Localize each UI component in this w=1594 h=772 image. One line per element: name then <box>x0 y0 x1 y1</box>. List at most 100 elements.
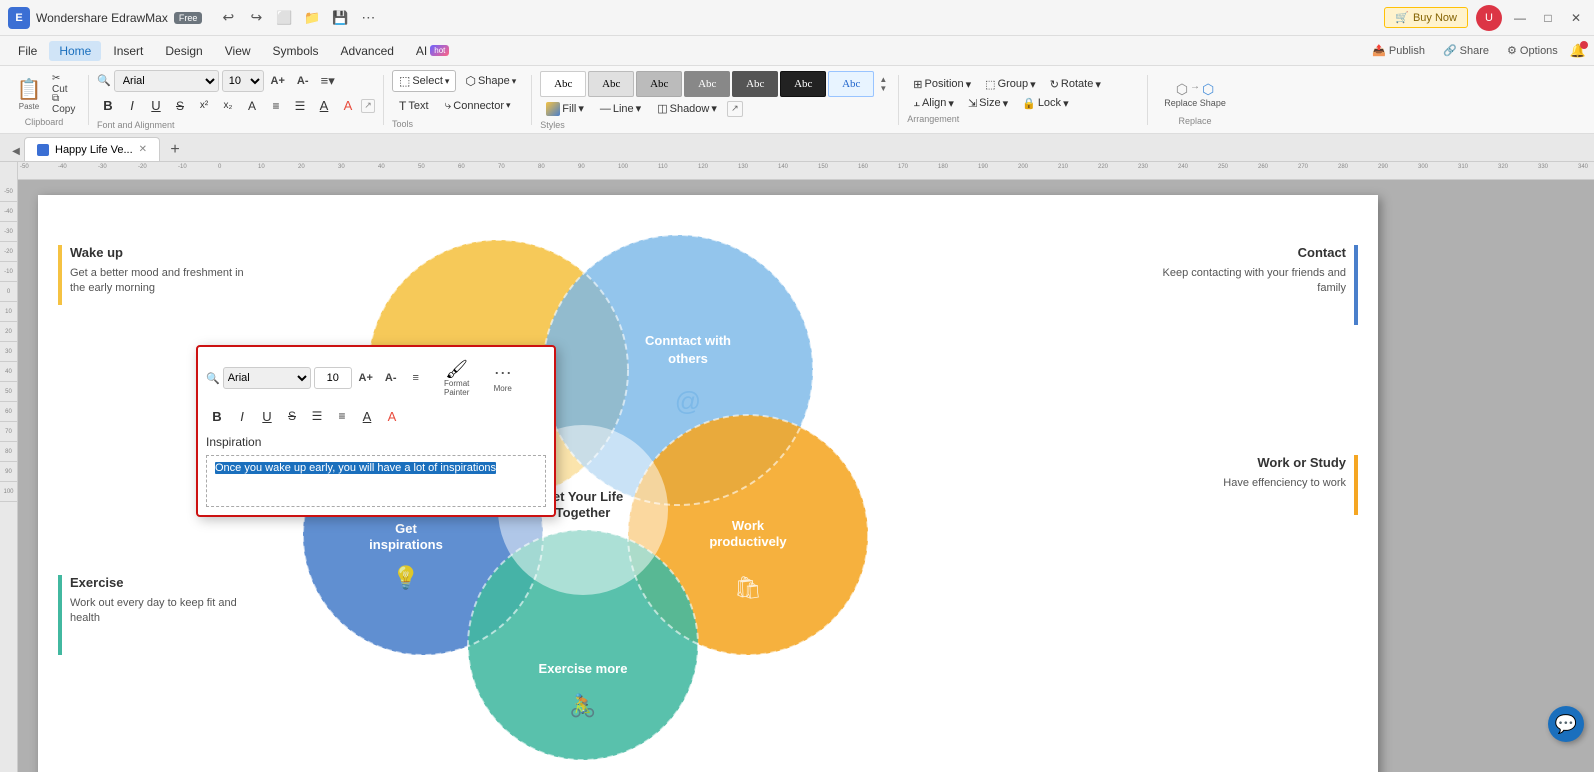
expand-styles[interactable]: ↗ <box>727 101 743 117</box>
active-tab[interactable]: Happy Life Ve... ✕ <box>24 137 160 161</box>
float-italic-button[interactable]: I <box>231 405 253 427</box>
menu-advanced[interactable]: Advanced <box>331 41 404 61</box>
shape-button[interactable]: ⬡ Shape ▾ <box>458 70 523 92</box>
underline2-button[interactable]: A <box>313 95 335 117</box>
redo-button[interactable]: ↪ <box>244 6 268 30</box>
bold-button[interactable]: B <box>97 95 119 117</box>
add-tab-button[interactable]: + <box>164 139 186 161</box>
underline-button[interactable]: U <box>145 95 167 117</box>
tools-section-label: Tools <box>392 119 413 129</box>
styles-scroll-down[interactable]: ▲▼ <box>876 70 890 98</box>
open-button[interactable]: 📁 <box>300 6 324 30</box>
float-increase-font[interactable]: A+ <box>355 367 377 389</box>
fill-button[interactable]: Fill▾ <box>540 100 590 118</box>
new-button[interactable]: ⬜ <box>272 6 296 30</box>
float-color-button[interactable]: A <box>381 405 403 427</box>
svg-text:Get: Get <box>395 521 417 536</box>
text-edit-box[interactable]: Once you wake up early, you will have a … <box>206 455 546 507</box>
line-button[interactable]: —Line▾ <box>594 100 647 117</box>
user-avatar[interactable]: U <box>1476 5 1502 31</box>
share-button[interactable]: 🔗Share <box>1437 42 1495 59</box>
more-button[interactable]: ⋯ More <box>483 355 523 401</box>
font-color-button[interactable]: A <box>337 95 359 117</box>
strikethrough-button[interactable]: S <box>169 95 191 117</box>
wake-up-title: Wake up <box>70 245 258 260</box>
style-box-5[interactable]: Abc <box>732 71 778 97</box>
style-box-1[interactable]: Abc <box>540 71 586 97</box>
subscript-button[interactable]: x₂ <box>217 95 239 117</box>
prev-tabs-button[interactable]: ◀ <box>8 141 24 161</box>
float-strikethrough-button[interactable]: S <box>281 405 303 427</box>
replace-shape-button[interactable]: ⬡ → ⬡ Replace Shape <box>1156 74 1234 116</box>
menu-ai[interactable]: AI hot <box>406 41 459 61</box>
text-style-button[interactable]: A <box>241 95 263 117</box>
shadow-button[interactable]: ◫Shadow▾ <box>651 100 723 117</box>
float-font-select[interactable]: Arial <box>223 367 311 389</box>
svg-text:Conntact with: Conntact with <box>645 333 731 348</box>
wake-up-section: Wake up Get a better mood and freshment … <box>58 245 258 297</box>
svg-text:inspirations: inspirations <box>369 537 443 552</box>
text-tool-button[interactable]: T Text <box>392 94 436 117</box>
close-button[interactable]: ✕ <box>1566 8 1586 28</box>
options-button[interactable]: ⚙Options <box>1501 42 1564 59</box>
menu-design[interactable]: Design <box>155 41 212 61</box>
styles-section-label: Styles <box>540 120 890 130</box>
work-body: Have effenciency to work <box>1158 476 1346 491</box>
undo-button[interactable]: ↩ <box>216 6 240 30</box>
vertical-ruler: -50 -40 -30 -20 -10 0 10 20 30 40 50 60 … <box>0 162 18 772</box>
style-box-2[interactable]: Abc <box>588 71 634 97</box>
connector-button[interactable]: ⤷ Connector ▾ <box>438 94 518 117</box>
float-underline-button[interactable]: U <box>256 405 278 427</box>
notification-button[interactable]: 🔔 <box>1570 43 1586 59</box>
style-box-7[interactable]: Abc <box>828 71 874 97</box>
size-button[interactable]: ⇲Size▾ <box>962 95 1014 112</box>
style-box-3[interactable]: Abc <box>636 71 682 97</box>
contact-section: Contact Keep contacting with your friend… <box>1158 245 1358 297</box>
menu-file[interactable]: File <box>8 41 47 61</box>
tab-close-button[interactable]: ✕ <box>139 144 147 155</box>
maximize-button[interactable]: □ <box>1538 8 1558 28</box>
menu-symbols[interactable]: Symbols <box>263 41 329 61</box>
float-ordered-list-button[interactable]: ☰ <box>306 405 328 427</box>
more-options-button[interactable]: ⋯ <box>356 6 380 30</box>
format-painter-button[interactable]: 🖌 Format Painter <box>434 355 480 401</box>
list-button[interactable]: ☰ <box>289 95 311 117</box>
svg-text:🛍: 🛍 <box>734 575 762 600</box>
position-button[interactable]: ⊞Position▾ <box>907 76 977 93</box>
menu-view[interactable]: View <box>215 41 261 61</box>
publish-button[interactable]: 📤Publish <box>1366 42 1431 59</box>
float-size-input[interactable] <box>314 367 352 389</box>
align-tool-button[interactable]: ⫠Align▾ <box>907 95 960 112</box>
minimize-button[interactable]: — <box>1510 8 1530 28</box>
style-box-4[interactable]: Abc <box>684 71 730 97</box>
align-button[interactable]: ≡▾ <box>317 70 339 92</box>
font-size-select[interactable]: 10 <box>222 70 264 92</box>
expand-font-options[interactable]: ↗ <box>361 99 375 113</box>
rotate-button[interactable]: ↻Rotate▾ <box>1044 76 1107 93</box>
svg-text:💡: 💡 <box>392 565 419 590</box>
line-spacing-button[interactable]: ≡ <box>265 95 287 117</box>
group-button[interactable]: ⬚Group▾ <box>979 76 1042 93</box>
italic-button[interactable]: I <box>121 95 143 117</box>
menu-home[interactable]: Home <box>49 41 101 61</box>
font-select[interactable]: Arial <box>114 70 219 92</box>
chat-bubble[interactable]: 💬 <box>1548 706 1584 742</box>
float-bold-button[interactable]: B <box>206 405 228 427</box>
float-unordered-list-button[interactable]: ≡ <box>331 405 353 427</box>
copy-button[interactable]: ⧉ Copy <box>49 95 77 113</box>
float-underline2-button[interactable]: A <box>356 405 378 427</box>
decrease-font-button[interactable]: A- <box>292 70 314 92</box>
paste-button[interactable]: 📋 Paste <box>11 73 47 115</box>
menu-insert[interactable]: Insert <box>103 41 153 61</box>
style-box-6[interactable]: Abc <box>780 71 826 97</box>
buy-now-button[interactable]: 🛒Buy Now <box>1384 7 1468 28</box>
font-align-section-label: Font and Alignment <box>97 120 375 130</box>
select-button[interactable]: ⬚ Select ▾ <box>392 70 456 92</box>
float-decrease-font[interactable]: A- <box>380 367 402 389</box>
superscript-button[interactable]: x² <box>193 95 215 117</box>
save-button[interactable]: 💾 <box>328 6 352 30</box>
increase-font-button[interactable]: A+ <box>267 70 289 92</box>
float-align-button[interactable]: ≡ <box>405 367 427 389</box>
lock-button[interactable]: 🔒Lock▾ <box>1016 95 1074 112</box>
cut-button[interactable]: ✂ Cut <box>49 75 77 93</box>
